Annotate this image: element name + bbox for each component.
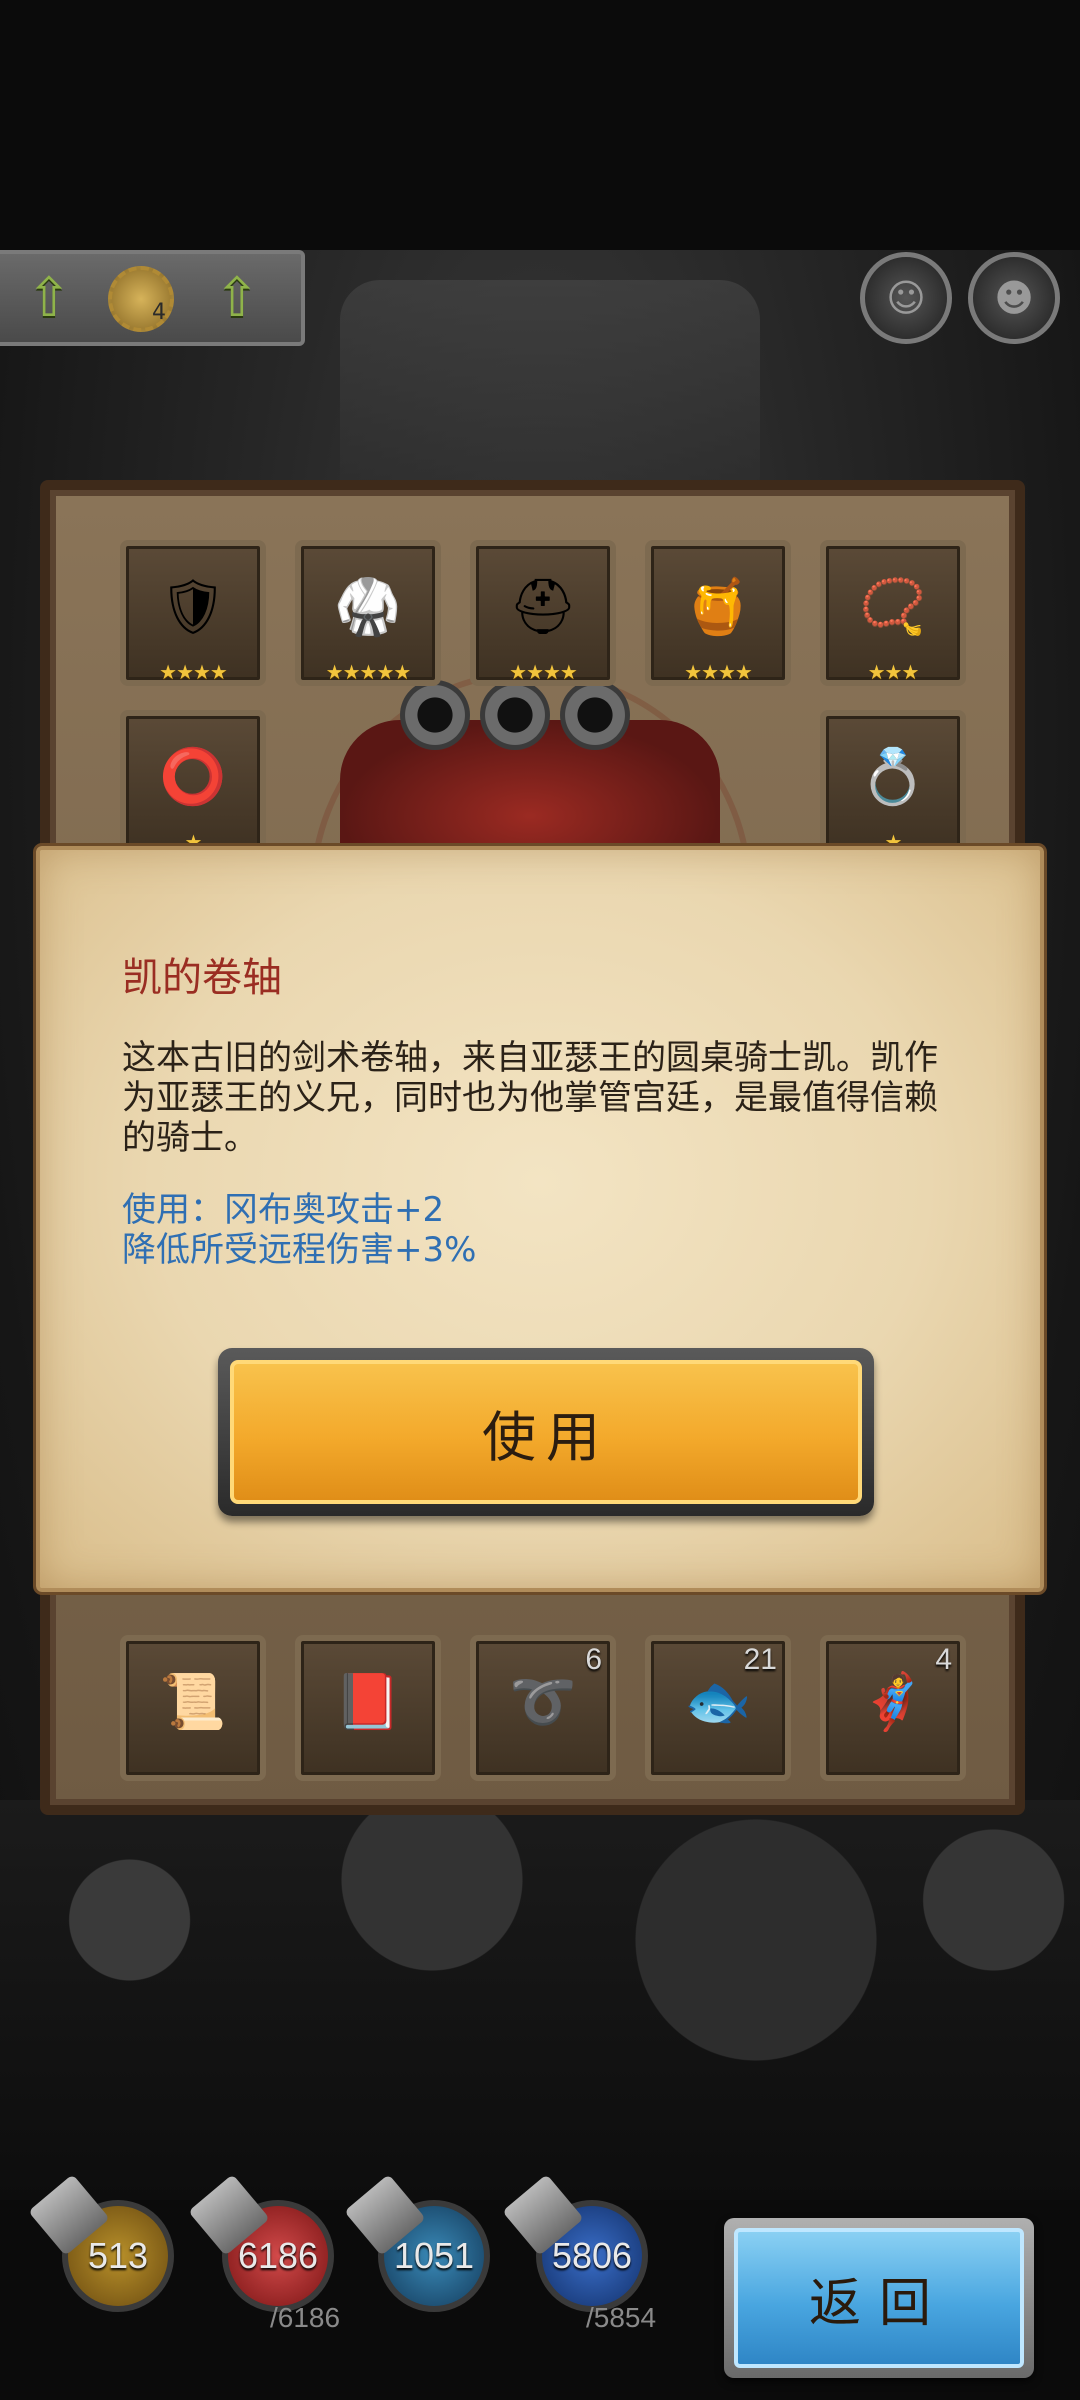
defense-value: 1051: [393, 2235, 475, 2276]
barrel: [560, 680, 630, 750]
inventory-slot[interactable]: 📿 ★★★: [820, 540, 966, 686]
upgrade-arrow-icon[interactable]: ⇧: [210, 268, 264, 328]
star-rating: ★★★★: [509, 660, 578, 684]
star-rating: ★★★★★: [325, 660, 412, 684]
item-effect: 使用：冈布奥攻击+2 降低所受远程伤害+3%: [122, 1190, 952, 1270]
inventory-slot[interactable]: ⭕ ★: [120, 710, 266, 856]
inventory-slot[interactable]: 🐟 21: [645, 1635, 791, 1781]
shoulder-armor-icon: 🛡: [158, 575, 228, 638]
portrait-button-left[interactable]: ☺: [860, 252, 952, 344]
effect-line: 使用：冈布奥攻击+2: [122, 1190, 445, 1230]
scroll-gold-icon: 📜: [159, 1670, 227, 1733]
attack-stat: 513: [28, 2174, 174, 2312]
inventory-slot[interactable]: 🍯 ★★★★: [645, 540, 791, 686]
whip-icon: ➰: [509, 1670, 577, 1733]
chest-armor-icon: 🥋: [334, 575, 402, 638]
blue-ring-icon: 💍: [859, 745, 927, 808]
back-button[interactable]: 返回: [724, 2218, 1034, 2378]
use-button[interactable]: 使用: [218, 1348, 874, 1516]
use-button-label[interactable]: 使用: [230, 1360, 862, 1504]
inventory-slot[interactable]: 💍 ★: [820, 710, 966, 856]
mana-max: /5854: [586, 2302, 657, 2333]
machine-silhouette: [340, 280, 760, 510]
weapon-rubble: [0, 1800, 1080, 2200]
inventory-slot[interactable]: ⛑ ★★★★: [470, 540, 616, 686]
attack-value: 513: [87, 2235, 149, 2276]
star-rating: ★★★★: [159, 660, 228, 684]
item-count: 4: [935, 1643, 952, 1676]
green-bracelet-icon: ⭕: [159, 745, 227, 808]
inventory-slot[interactable]: 📕: [295, 1635, 441, 1781]
inventory-slot[interactable]: 🛡 ★★★★: [120, 540, 266, 686]
inventory-slot[interactable]: 🥋 ★★★★★: [295, 540, 441, 686]
star-rating: ★★★: [867, 660, 920, 684]
inventory-slot[interactable]: 🦸 4: [820, 1635, 966, 1781]
scroll-red-icon: 📕: [334, 1670, 402, 1733]
upgrade-arrow-icon[interactable]: ⇧: [22, 268, 76, 328]
helmet-icon: ⛑: [508, 575, 578, 638]
inventory-slot[interactable]: 📜: [120, 1635, 266, 1781]
barrel: [400, 680, 470, 750]
portrait-button-right[interactable]: ☻: [968, 252, 1060, 344]
item-description: 这本古旧的剑术卷轴，来自亚瑟王的圆桌骑士凯。凯作为亚瑟王的义兄，同时也为他掌管宫…: [122, 1038, 938, 1158]
hp-stat: 6186: [188, 2174, 334, 2312]
item-detail-dialog: 凯的卷轴 这本古旧的剑术卷轴，来自亚瑟王的圆桌骑士凯。凯作为亚瑟王的义兄，同时也…: [36, 846, 1044, 1592]
gear-icon[interactable]: 4: [108, 266, 174, 332]
item-count: 21: [743, 1643, 777, 1676]
item-count: 6: [585, 1643, 602, 1676]
amulet-icon: 📿: [859, 575, 927, 638]
hp-max: /6186: [270, 2302, 341, 2333]
gear-count: 4: [152, 300, 166, 325]
hp-value: 6186: [237, 2235, 319, 2276]
mana-stat: 5806: [502, 2174, 648, 2312]
star-rating: ★★★★: [684, 660, 753, 684]
back-button-label[interactable]: 返回: [734, 2228, 1024, 2368]
cauldron-icon: 🍯: [684, 575, 752, 638]
item-title: 凯的卷轴: [122, 955, 282, 1001]
mana-value: 5806: [551, 2235, 633, 2276]
upgrade-bar[interactable]: ⇧ 4 ⇧: [0, 250, 305, 346]
defense-stat: 1051: [344, 2174, 490, 2312]
effect-line: 降低所受远程伤害+3%: [122, 1230, 477, 1270]
barrel: [480, 680, 550, 750]
hero-card-icon: 🦸: [859, 1670, 927, 1733]
inventory-slot[interactable]: ➰ 6: [470, 1635, 616, 1781]
